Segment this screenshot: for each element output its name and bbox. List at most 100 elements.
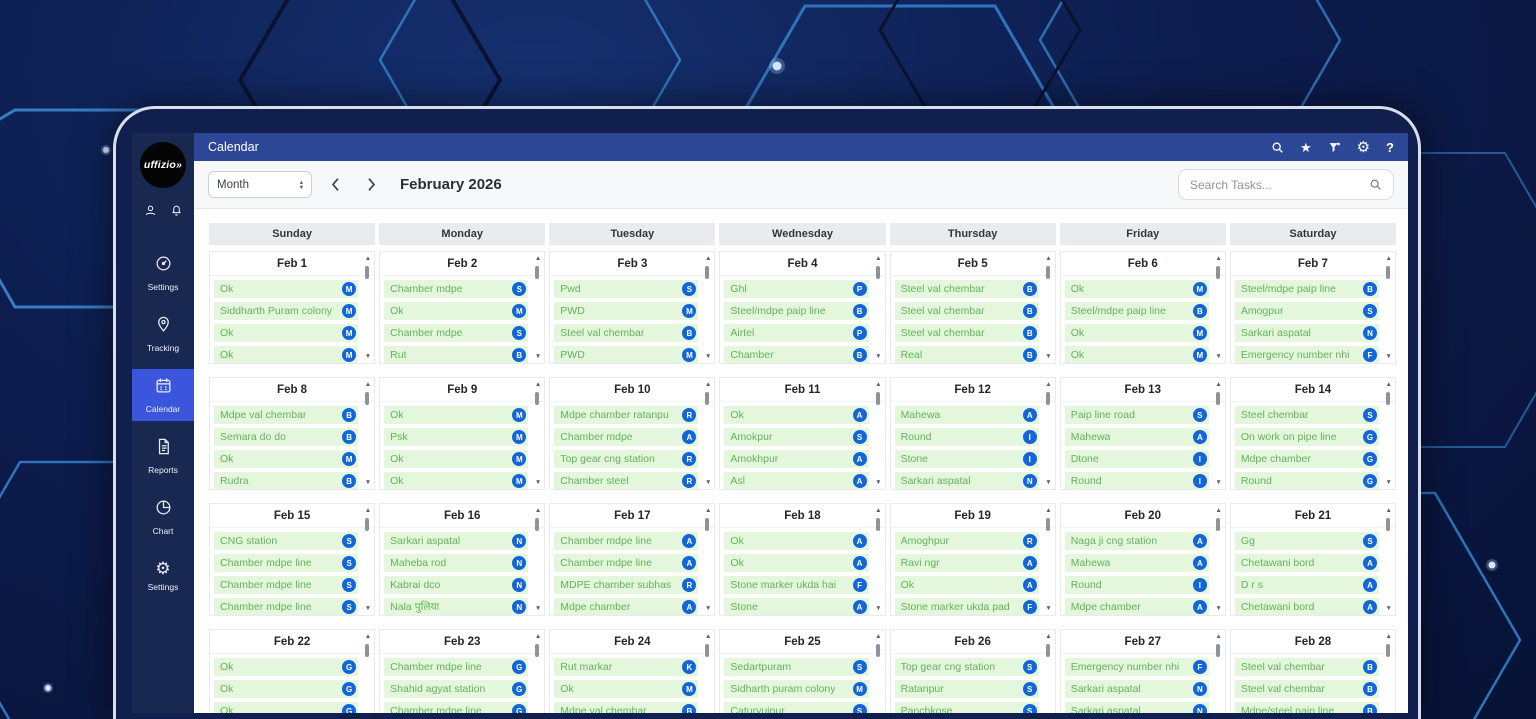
day-cell[interactable]: Feb 11 Ok A Amokpur S Amokhpur A Asl A ▲ ▼ [719, 377, 886, 490]
scroll-down-icon[interactable]: ▼ [705, 353, 711, 361]
scroll-down-icon[interactable]: ▼ [1215, 479, 1221, 487]
task-item[interactable]: Amokpur S [724, 428, 869, 446]
task-item[interactable]: Kabrai dco N [384, 576, 529, 594]
task-item[interactable]: Emergency number nhi F [1234, 346, 1379, 363]
scrollbar-thumb[interactable] [875, 392, 880, 405]
scrollbar-thumb[interactable] [1045, 644, 1050, 657]
scroll-up-icon[interactable]: ▲ [365, 507, 371, 515]
task-item[interactable]: Dtone I [1064, 450, 1209, 468]
task-item[interactable]: Ok G [214, 702, 359, 713]
task-item[interactable]: Chamber mdpe line S [214, 576, 359, 594]
task-item[interactable]: Ok M [384, 450, 529, 468]
task-item[interactable]: Mdpe chamber A [554, 598, 699, 615]
task-item[interactable]: Rudra B [214, 472, 359, 489]
scroll-up-icon[interactable]: ▲ [365, 633, 371, 641]
task-item[interactable]: Panchkose S [894, 702, 1039, 713]
scroll-down-icon[interactable]: ▼ [535, 479, 541, 487]
scrollbar-thumb[interactable] [535, 266, 540, 279]
task-item[interactable]: Ok A [724, 554, 869, 572]
task-item[interactable]: Ok G [214, 658, 359, 676]
sidebar-item-chart[interactable]: Chart [132, 491, 194, 543]
scroll-down-icon[interactable]: ▼ [1045, 353, 1051, 361]
task-item[interactable]: Steel/mdpe paip line B [1064, 302, 1209, 320]
task-item[interactable]: Ok M [1064, 280, 1209, 298]
scroll-up-icon[interactable]: ▲ [1386, 255, 1392, 263]
task-item[interactable]: Pwd S [554, 280, 699, 298]
day-cell[interactable]: Feb 3 Pwd S PWD M Steel val chembar B PWD M ▲ ▼ [549, 251, 716, 364]
scroll-down-icon[interactable]: ▼ [875, 353, 881, 361]
task-item[interactable]: Stone marker ukda hai F [724, 576, 869, 594]
task-item[interactable]: MDPE chamber subhas R [554, 576, 699, 594]
task-item[interactable]: Amogpur S [1234, 302, 1379, 320]
task-item[interactable]: Steel val chembar B [1234, 658, 1379, 676]
scrollbar-thumb[interactable] [365, 392, 370, 405]
scroll-up-icon[interactable]: ▲ [535, 381, 541, 389]
bell-icon[interactable] [170, 204, 183, 217]
task-item[interactable]: Stone marker ukda pad F [894, 598, 1039, 615]
filter-icon[interactable] [1328, 141, 1341, 154]
scroll-down-icon[interactable]: ▼ [705, 479, 711, 487]
task-item[interactable]: Steel val chembar B [894, 324, 1039, 342]
task-item[interactable]: Ok M [554, 680, 699, 698]
scroll-up-icon[interactable]: ▲ [1215, 381, 1221, 389]
scroll-down-icon[interactable]: ▼ [875, 479, 881, 487]
day-cell[interactable]: Feb 16 Sarkari aspatal N Maheba rod N Kabrai … [379, 503, 546, 616]
day-cell[interactable]: Feb 2 Chamber mdpe S Ok M Chamber mdpe S Rut B ▲ ▼ [379, 251, 546, 364]
sidebar-item-reports[interactable]: Reports [132, 430, 194, 482]
scrollbar-thumb[interactable] [365, 266, 370, 279]
scrollbar-thumb[interactable] [1385, 392, 1390, 405]
scrollbar-thumb[interactable] [1045, 266, 1050, 279]
scroll-up-icon[interactable]: ▲ [1386, 507, 1392, 515]
scrollbar-thumb[interactable] [705, 518, 710, 531]
scroll-down-icon[interactable]: ▼ [1386, 605, 1392, 613]
task-item[interactable]: Stone I [894, 450, 1039, 468]
task-item[interactable]: Sarkari aspatal N [1234, 324, 1379, 342]
scrollbar-thumb[interactable] [705, 644, 710, 657]
scrollbar-thumb[interactable] [1385, 518, 1390, 531]
task-item[interactable]: Paip line road S [1064, 406, 1209, 424]
scroll-up-icon[interactable]: ▲ [1045, 255, 1051, 263]
scroll-up-icon[interactable]: ▲ [1045, 507, 1051, 515]
scrollbar-thumb[interactable] [875, 266, 880, 279]
task-item[interactable]: Ravi ngr A [894, 554, 1039, 572]
day-cell[interactable]: Feb 14 Steel chembar S On work on pipe line… [1229, 377, 1396, 490]
task-item[interactable]: Mdpe/steel paip line B [1234, 702, 1379, 713]
task-item[interactable]: Emergency number nhi F [1064, 658, 1209, 676]
task-item[interactable]: Ok M [384, 472, 529, 489]
task-item[interactable]: Sarkari aspatal N [1064, 680, 1209, 698]
search-icon[interactable] [1271, 141, 1284, 154]
task-item[interactable]: On work on pipe line G [1234, 428, 1379, 446]
scroll-down-icon[interactable]: ▼ [1215, 605, 1221, 613]
day-cell[interactable]: Feb 28 Steel val chembar B Steel val chemba… [1229, 629, 1396, 713]
task-item[interactable]: Chamber mdpe line S [214, 554, 359, 572]
scroll-up-icon[interactable]: ▲ [1215, 255, 1221, 263]
scroll-down-icon[interactable]: ▼ [535, 605, 541, 613]
day-cell[interactable]: Feb 13 Paip line road S Mahewa A Dtone I Round I… [1059, 377, 1226, 490]
scroll-up-icon[interactable]: ▲ [535, 255, 541, 263]
scroll-down-icon[interactable]: ▼ [875, 605, 881, 613]
next-month-button[interactable] [358, 172, 384, 198]
task-item[interactable]: Ghl P [724, 280, 869, 298]
task-item[interactable]: Shahid agyat station G [384, 680, 529, 698]
task-item[interactable]: Ok M [214, 450, 359, 468]
task-item[interactable]: Ok M [1064, 346, 1209, 363]
task-item[interactable]: Amokhpur A [724, 450, 869, 468]
sidebar-item-settings[interactable]: ⚙ Settings [132, 552, 194, 599]
user-icon[interactable] [144, 204, 157, 217]
task-item[interactable]: Ok G [214, 680, 359, 698]
task-item[interactable]: Mdpe chamber ratanpu R [554, 406, 699, 424]
day-cell[interactable]: Feb 5 Steel val chembar B Steel val chembar… [889, 251, 1056, 364]
day-cell[interactable]: Feb 27 Emergency number nhi F Sarkari aspat… [1059, 629, 1226, 713]
task-item[interactable]: Psk M [384, 428, 529, 446]
task-item[interactable]: Chamber B [724, 346, 869, 363]
task-item[interactable]: Mdpe val chembar B [214, 406, 359, 424]
task-item[interactable]: D r sA [1234, 576, 1379, 594]
task-item[interactable]: Round I [1064, 576, 1209, 594]
task-item[interactable]: Semara do do B [214, 428, 359, 446]
day-cell[interactable]: Feb 20 Naga ji cng station A Mahewa A Round I M… [1059, 503, 1226, 616]
day-cell[interactable]: Feb 9 Ok M Psk M Ok M Ok M ▲ ▼ [379, 377, 546, 490]
scroll-up-icon[interactable]: ▲ [1045, 633, 1051, 641]
task-item[interactable]: Maheba rod N [384, 554, 529, 572]
day-cell[interactable]: Feb 26 Top gear cng station S Ratanpur S Panc… [889, 629, 1056, 713]
task-item[interactable]: Round I [894, 428, 1039, 446]
